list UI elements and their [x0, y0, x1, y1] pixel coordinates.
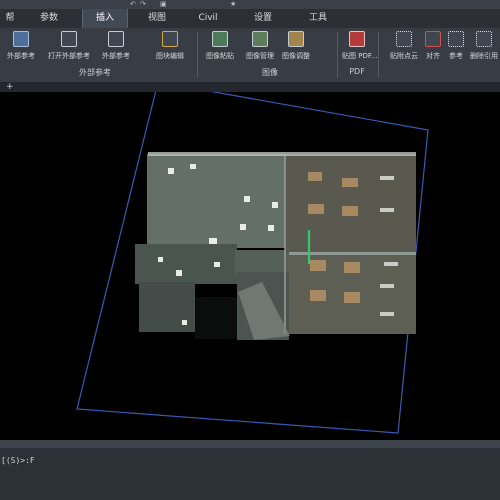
ribbon-panel: 外部参考 打开外部参考 外部参考 图块编辑 图像粘贴 图像管理 图像调整 贴图 … [0, 28, 500, 83]
xref-attach-icon [13, 31, 29, 47]
point-cloud-view [76, 81, 429, 434]
cube-icon[interactable]: ▣ [160, 0, 167, 9]
pdf-attach-label: 贴图 PDF... [342, 52, 378, 60]
tab-help[interactable]: 帮 [0, 9, 20, 28]
ribbon-separator [378, 32, 379, 78]
image-adjust-button[interactable]: 图像调整 [280, 31, 312, 60]
point-cloud-icon [396, 31, 412, 47]
point-cloud-attach-label: 贴附点云 [390, 52, 418, 60]
image-manage-button[interactable]: 图像管理 [240, 31, 280, 60]
reference-icon [448, 31, 464, 47]
image-adjust-icon [288, 31, 304, 47]
command-area: [(S)>:F [0, 440, 500, 500]
block-edit-label: 图块编辑 [156, 52, 184, 60]
xref-open-icon [61, 31, 77, 47]
pdf-icon [349, 31, 365, 47]
point-cloud-attach-button[interactable]: 贴附点云 [384, 31, 424, 60]
tab-tools[interactable]: 工具 [296, 9, 340, 28]
block-edit-icon [162, 31, 178, 47]
image-manage-label: 图像管理 [246, 52, 274, 60]
group-pdf: PDF [349, 67, 365, 76]
drawing-canvas[interactable] [0, 81, 500, 440]
block-edit-button[interactable]: 图块编辑 [150, 31, 190, 60]
reference-label: 参考 [449, 52, 463, 60]
align-icon [425, 31, 441, 47]
tab-insert[interactable]: 插入 [82, 9, 128, 28]
document-tabs: + [0, 82, 500, 92]
tab-settings[interactable]: 设置 [240, 9, 286, 28]
tab-parameters[interactable]: 参数 [28, 9, 70, 28]
xref-manager-button[interactable]: 外部参考 [96, 31, 136, 60]
image-paste-icon [212, 31, 228, 47]
remove-reference-button[interactable]: 删除引用 [468, 31, 500, 60]
undo-icon[interactable]: ↶ [130, 0, 136, 9]
xref-open-button[interactable]: 打开外部参考 [43, 31, 95, 60]
reference-button[interactable]: 参考 [444, 31, 468, 60]
ribbon-separator [337, 32, 338, 78]
image-manage-icon [252, 31, 268, 47]
xref-open-label: 打开外部参考 [48, 52, 90, 60]
tab-civil[interactable]: Civil [186, 9, 230, 28]
point-cloud [135, 152, 416, 340]
remove-reference-icon [476, 31, 492, 47]
tab-view[interactable]: 视图 [136, 9, 178, 28]
remove-reference-label: 删除引用 [470, 52, 498, 60]
command-bar [0, 440, 500, 448]
xref-manager-label: 外部参考 [102, 52, 130, 60]
pdf-attach-button[interactable]: 贴图 PDF... [342, 31, 378, 60]
group-image: 图像 [262, 68, 278, 77]
new-tab-button[interactable]: + [6, 82, 14, 92]
group-xref: 外部参考 [79, 68, 111, 77]
image-paste-label: 图像粘贴 [206, 52, 234, 60]
ribbon-separator [197, 32, 198, 78]
xref-manager-icon [108, 31, 124, 47]
command-line[interactable]: [(S)>:F [1, 456, 35, 465]
xref-attach-label: 外部参考 [7, 52, 35, 60]
image-adjust-label: 图像调整 [282, 52, 310, 60]
image-paste-button[interactable]: 图像粘贴 [200, 31, 240, 60]
ribbon-tabs: 帮 参数 插入 视图 Civil 设置 工具 [0, 9, 500, 28]
star-icon[interactable]: ★ [230, 0, 236, 9]
quick-access-toolbar: ↶ ↷ ▣ ★ [0, 0, 500, 9]
redo-icon[interactable]: ↷ [140, 0, 146, 9]
align-button[interactable]: 对齐 [424, 31, 442, 60]
align-label: 对齐 [426, 52, 440, 60]
xref-attach-button[interactable]: 外部参考 [0, 31, 42, 60]
